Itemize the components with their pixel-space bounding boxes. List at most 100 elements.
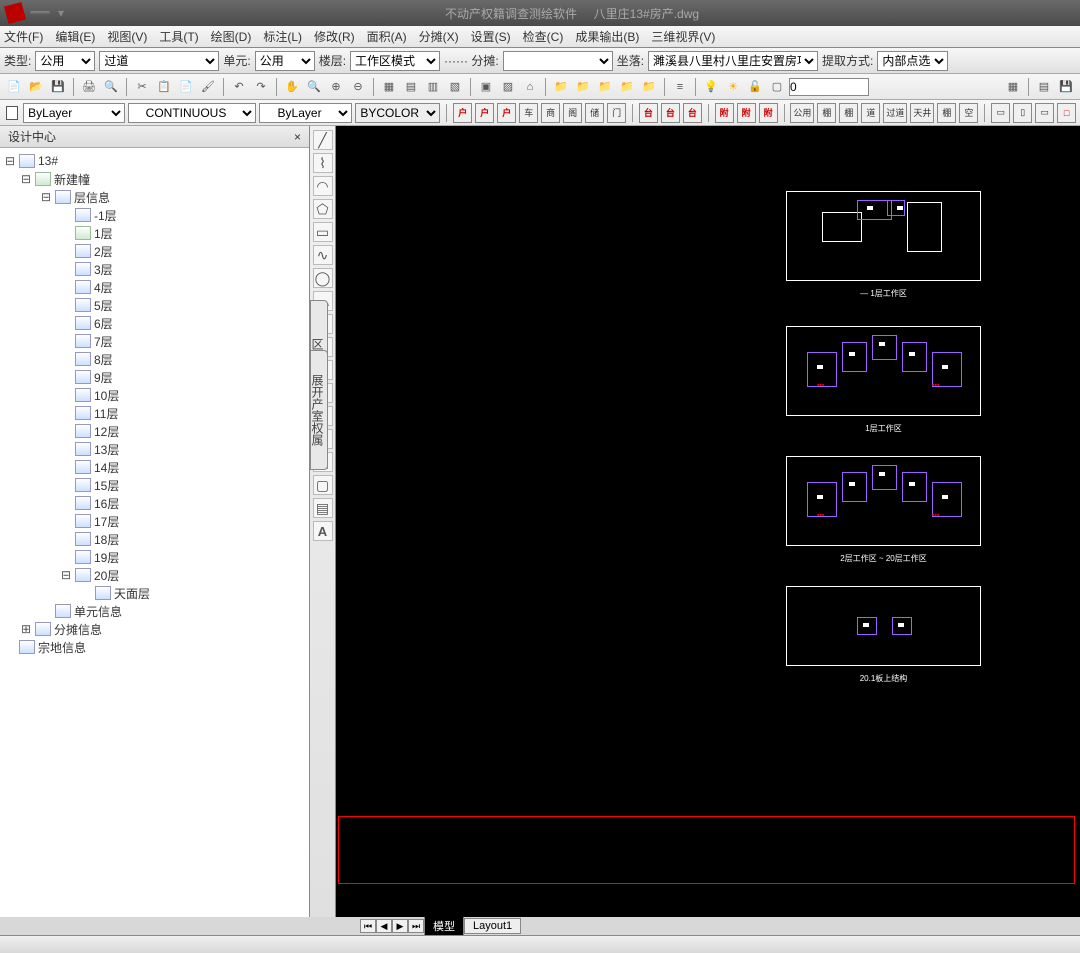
folder1-icon[interactable]: 📁 xyxy=(551,77,571,97)
tai3-button[interactable]: 台 xyxy=(683,103,702,123)
menu-edit[interactable]: 编辑(E) xyxy=(55,28,95,45)
folder2-icon[interactable]: 📁 xyxy=(573,77,593,97)
tree-floor-item[interactable]: 14层 xyxy=(0,458,309,476)
rect2-button[interactable]: ▯ xyxy=(1013,103,1032,123)
tab-next-icon[interactable]: ▶ xyxy=(392,919,408,933)
sheet-icon[interactable]: ▧ xyxy=(445,77,465,97)
tree-floor-item[interactable]: 18层 xyxy=(0,530,309,548)
share-select[interactable] xyxy=(503,51,613,71)
zoomin-icon[interactable]: ⊕ xyxy=(326,77,346,97)
tab-model[interactable]: 模型 xyxy=(424,916,464,936)
hu2-button[interactable]: 户 xyxy=(475,103,494,123)
tree-floor-item[interactable]: 11层 xyxy=(0,404,309,422)
more1-icon[interactable]: ▦ xyxy=(1003,77,1023,97)
layer-name-input[interactable] xyxy=(789,78,869,96)
vtab-expand[interactable]: 展开产室权属 xyxy=(310,350,328,470)
open-icon[interactable]: 📂 xyxy=(26,77,46,97)
tree-floor-item[interactable]: 2层 xyxy=(0,242,309,260)
quick-access-tab[interactable] xyxy=(30,11,50,15)
tree-floor-item[interactable]: 15层 xyxy=(0,476,309,494)
tree-floor-item[interactable]: 10层 xyxy=(0,386,309,404)
copy-icon[interactable]: 📋 xyxy=(154,77,174,97)
tree-floor-item[interactable]: 8层 xyxy=(0,350,309,368)
more2-icon[interactable]: ▤ xyxy=(1034,77,1054,97)
ge-button[interactable]: 阁 xyxy=(563,103,582,123)
menu-check[interactable]: 检查(C) xyxy=(523,28,564,45)
polyline-icon[interactable]: ⌇ xyxy=(313,153,333,173)
tree-floor-item[interactable]: 9层 xyxy=(0,368,309,386)
redo-icon[interactable]: ↷ xyxy=(251,77,271,97)
lock-icon[interactable]: 🔓 xyxy=(745,77,765,97)
menu-tools[interactable]: 工具(T) xyxy=(159,28,198,45)
tree-floor-item[interactable]: ⊟20层 xyxy=(0,566,309,584)
tai2-button[interactable]: 台 xyxy=(661,103,680,123)
floor-select[interactable]: 工作区模式 xyxy=(350,51,440,71)
extract-select[interactable]: 内部点选 xyxy=(877,51,948,71)
spline-icon[interactable]: ∿ xyxy=(313,245,333,265)
tree-floor-item[interactable]: 17层 xyxy=(0,512,309,530)
panel-close-icon[interactable]: × xyxy=(294,130,301,144)
saveall-icon[interactable]: 💾 xyxy=(1056,77,1076,97)
layer-select[interactable]: ByLayer xyxy=(23,103,125,123)
table-icon[interactable]: ▤ xyxy=(313,498,333,518)
polygon-icon[interactable]: ⬠ xyxy=(313,199,333,219)
hall-select[interactable]: 过道 xyxy=(99,51,219,71)
line-icon[interactable]: ╱ xyxy=(313,130,333,150)
tree-share[interactable]: ⊞分摊信息 xyxy=(0,620,309,638)
chu-button[interactable]: 储 xyxy=(585,103,604,123)
folder5-icon[interactable]: 📁 xyxy=(639,77,659,97)
tree-floor-item[interactable]: 1层 xyxy=(0,224,309,242)
tree-building[interactable]: ⊟新建幢 xyxy=(0,170,309,188)
colorname-select[interactable]: BYCOLOR xyxy=(355,103,440,123)
zoom-icon[interactable]: 🔍 xyxy=(304,77,324,97)
p3-button[interactable]: 棚 xyxy=(937,103,956,123)
tree-floor-item[interactable]: 13层 xyxy=(0,440,309,458)
menu-draw[interactable]: 绘图(D) xyxy=(211,28,252,45)
ellipse-icon[interactable]: ◯ xyxy=(313,268,333,288)
tree-floor-item[interactable]: 12层 xyxy=(0,422,309,440)
che-button[interactable]: 车 xyxy=(519,103,538,123)
arc-icon[interactable]: ◠ xyxy=(313,176,333,196)
tree-floor-item[interactable]: 5层 xyxy=(0,296,309,314)
menu-area[interactable]: 面积(A) xyxy=(367,28,407,45)
gongy-button[interactable]: 公用 xyxy=(790,103,814,123)
floor-tree[interactable]: ⊟13# ⊟新建幢 ⊟层信息 -1层1层2层3层4层5层6层7层8层9层10层1… xyxy=(0,148,309,917)
sun-icon[interactable]: ☀ xyxy=(723,77,743,97)
lineweight-select[interactable]: ByLayer xyxy=(259,103,353,123)
props-icon[interactable]: ▦ xyxy=(379,77,399,97)
type-select[interactable]: 公用 xyxy=(35,51,95,71)
menu-settings[interactable]: 设置(S) xyxy=(471,28,511,45)
redbox-button[interactable]: □ xyxy=(1057,103,1076,123)
tree-land[interactable]: 宗地信息 xyxy=(0,638,309,656)
color-swatch[interactable] xyxy=(6,106,18,120)
menu-share[interactable]: 分摊(X) xyxy=(419,28,459,45)
menu-output[interactable]: 成果输出(B) xyxy=(575,28,639,45)
tab-first-icon[interactable]: ⏮ xyxy=(360,919,376,933)
fu1-button[interactable]: 附 xyxy=(715,103,734,123)
men-button[interactable]: 门 xyxy=(607,103,626,123)
zoomout-icon[interactable]: ⊖ xyxy=(348,77,368,97)
undo-icon[interactable]: ↶ xyxy=(229,77,249,97)
tianjing-button[interactable]: 天井 xyxy=(910,103,934,123)
tai1-button[interactable]: 台 xyxy=(639,103,658,123)
block-icon[interactable]: ▣ xyxy=(476,77,496,97)
region-icon[interactable]: ▢ xyxy=(313,475,333,495)
tree-unit[interactable]: 单元信息 xyxy=(0,602,309,620)
menu-dimension[interactable]: 标注(L) xyxy=(263,28,302,45)
rect3-button[interactable]: ▭ xyxy=(1035,103,1054,123)
tree-floor-item[interactable]: -1层 xyxy=(0,206,309,224)
hatch-icon[interactable]: ▨ xyxy=(498,77,518,97)
unit-select[interactable]: 公用 xyxy=(255,51,315,71)
tree-root[interactable]: ⊟13# xyxy=(0,152,309,170)
kong-button[interactable]: 空 xyxy=(959,103,978,123)
p2-button[interactable]: 棚 xyxy=(839,103,858,123)
new-icon[interactable]: 📄 xyxy=(4,77,24,97)
fu2-button[interactable]: 附 xyxy=(737,103,756,123)
house-icon[interactable]: ⌂ xyxy=(520,77,540,97)
tool-icon[interactable]: ▥ xyxy=(423,77,443,97)
preview-icon[interactable]: 🔍 xyxy=(101,77,121,97)
rect-icon[interactable]: ▭ xyxy=(313,222,333,242)
tree-floor-item[interactable]: 6层 xyxy=(0,314,309,332)
menu-3dview[interactable]: 三维视界(V) xyxy=(651,28,715,45)
fu3-button[interactable]: 附 xyxy=(759,103,778,123)
